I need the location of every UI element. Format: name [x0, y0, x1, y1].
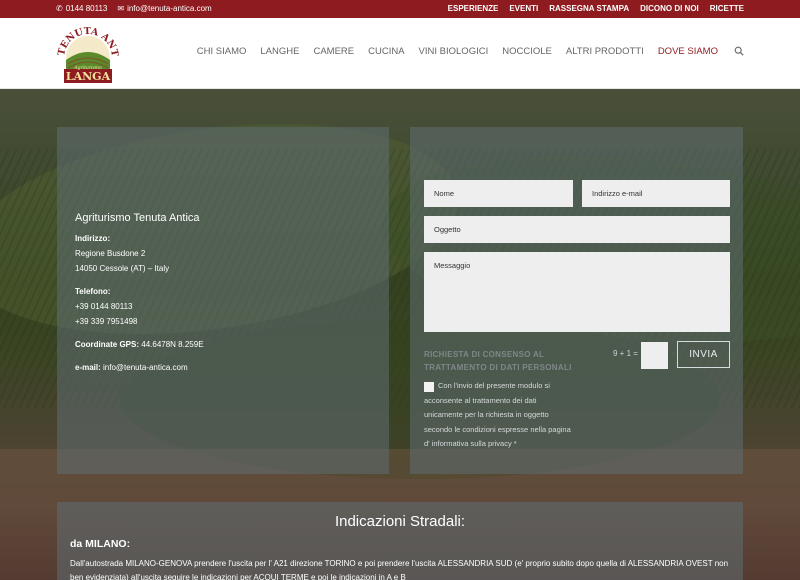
nav-item-nocciole[interactable]: NOCCIOLE — [502, 46, 552, 57]
phone-number: 0144 80113 — [65, 4, 108, 13]
nav-item-vini-biologici[interactable]: VINI BIOLOGICI — [419, 46, 489, 57]
top-link-esperienze[interactable]: ESPERIENZE — [448, 4, 499, 13]
contact-form-panel: Nome Indirizzo e-mail Oggetto Messaggio … — [410, 127, 743, 474]
search-icon[interactable] — [734, 46, 744, 56]
phone-2: +39 339 7951498 — [75, 317, 138, 326]
from-milano-label: da MILANO: — [70, 538, 131, 550]
address-line-2: 14050 Cessole (AT) – Italy — [75, 264, 170, 273]
gps-value: 44.6478N 8.259E — [141, 340, 204, 349]
nav-item-langhe[interactable]: LANGHE — [260, 46, 299, 57]
phone-1: +39 0144 80113 — [75, 302, 133, 311]
phone-contact[interactable]: ✆ 0144 80113 — [56, 4, 107, 13]
email-field[interactable]: Indirizzo e-mail — [582, 180, 730, 207]
address-label: Indirizzo: — [75, 234, 111, 243]
gps-label: Coordinate GPS: — [75, 340, 140, 349]
email-value[interactable]: info@tenuta-antica.com — [103, 363, 188, 372]
directions-text: Dall'autostrada MILANO-GENOVA prendere l… — [70, 559, 729, 580]
name-field[interactable]: Nome — [424, 180, 573, 207]
top-bar: ✆ 0144 80113 ✉ info@tenuta-antica.com ESPE… — [0, 0, 800, 18]
tenuta-antica-logo[interactable]: TENUTA ANTICA LANGA Agriturismo — [56, 22, 120, 84]
main-nav: CHI SIAMO LANGHE CAMERE CUCINA VINI BIOL… — [197, 46, 744, 57]
nav-item-altri-prodotti[interactable]: ALTRI PRODOTTI — [566, 46, 644, 57]
contact-info-panel: Agriturismo Tenuta Antica Indirizzo: Reg… — [57, 127, 389, 474]
consent-text: Con l'invio del presente modulo si accon… — [424, 381, 571, 448]
envelope-icon: ✉ — [117, 3, 125, 13]
subject-field[interactable]: Oggetto — [424, 216, 730, 243]
site-header: TENUTA ANTICA LANGA Agriturismo CHI SIAM… — [0, 18, 800, 89]
directions-panel: Indicazioni Stradali: da MILANO: Dall'au… — [57, 502, 743, 580]
address-line-1: Regione Busdone 2 — [75, 249, 146, 258]
info-title: Agriturismo Tenuta Antica — [75, 212, 200, 224]
top-link-ricette[interactable]: RICETTE — [710, 4, 744, 13]
email-address: info@tenuta-antica.com — [127, 4, 212, 13]
phone-icon: ✆ — [56, 3, 63, 13]
top-link-dicono-di-noi[interactable]: DICONO DI NOI — [640, 4, 699, 13]
captcha-input[interactable] — [641, 342, 668, 369]
nav-item-dove-siamo[interactable]: DOVE SIAMO — [658, 46, 718, 57]
nav-item-chi-siamo[interactable]: CHI SIAMO — [197, 46, 247, 57]
nav-item-cucina[interactable]: CUCINA — [368, 46, 404, 57]
svg-text:Agriturismo: Agriturismo — [73, 65, 102, 71]
send-button[interactable]: INVIA — [677, 341, 730, 368]
email-label: e-mail: — [75, 363, 101, 372]
email-contact[interactable]: ✉ info@tenuta-antica.com — [117, 4, 211, 13]
nav-item-camere[interactable]: CAMERE — [313, 46, 354, 57]
message-field[interactable]: Messaggio — [424, 252, 730, 332]
top-link-eventi[interactable]: EVENTI — [509, 4, 538, 13]
top-link-rassegna-stampa[interactable]: RASSEGNA STAMPA — [549, 4, 629, 13]
consent-title: RICHIESTA DI CONSENSO AL TRATTAMENTO DI … — [424, 350, 572, 372]
captcha-question: 9 + 1 = — [613, 349, 638, 358]
svg-text:LANGA: LANGA — [66, 70, 111, 83]
phone-label: Telefono: — [75, 287, 111, 296]
directions-title: Indicazioni Stradali: — [334, 513, 466, 530]
